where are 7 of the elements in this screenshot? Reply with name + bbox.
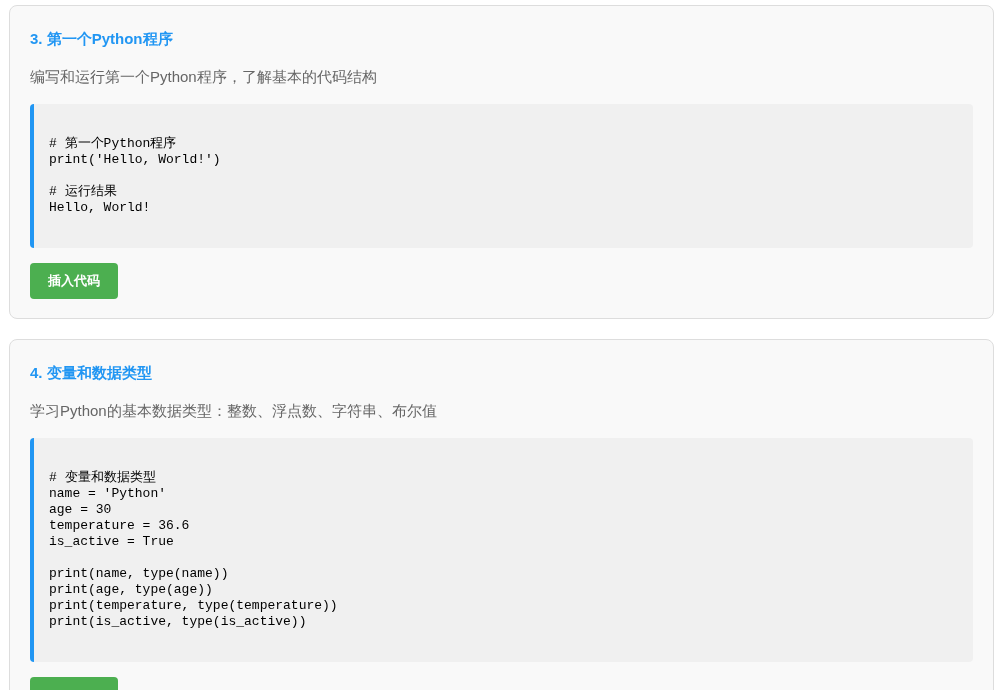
lesson-description: 学习Python的基本数据类型：整数、浮点数、字符串、布尔值 [30, 401, 437, 421]
code-block: # 第一个Python程序 print('Hello, World!') # 运行结果 Hello, World! [30, 104, 973, 248]
lesson-title: 3. 第一个Python程序 [30, 29, 173, 49]
lesson-description: 编写和运行第一个Python程序，了解基本的代码结构 [30, 67, 377, 87]
code-block: # 变量和数据类型 name = 'Python' age = 30 temperature = 36.6 is_active = True print(name, type(name)) print(age, type(age)) print(temperature, type(temperature)) print(is_active, type(is_active)) [30, 438, 973, 662]
insert-code-button[interactable]: 插入代码 [30, 263, 118, 299]
lesson-title: 4. 变量和数据类型 [30, 363, 152, 383]
